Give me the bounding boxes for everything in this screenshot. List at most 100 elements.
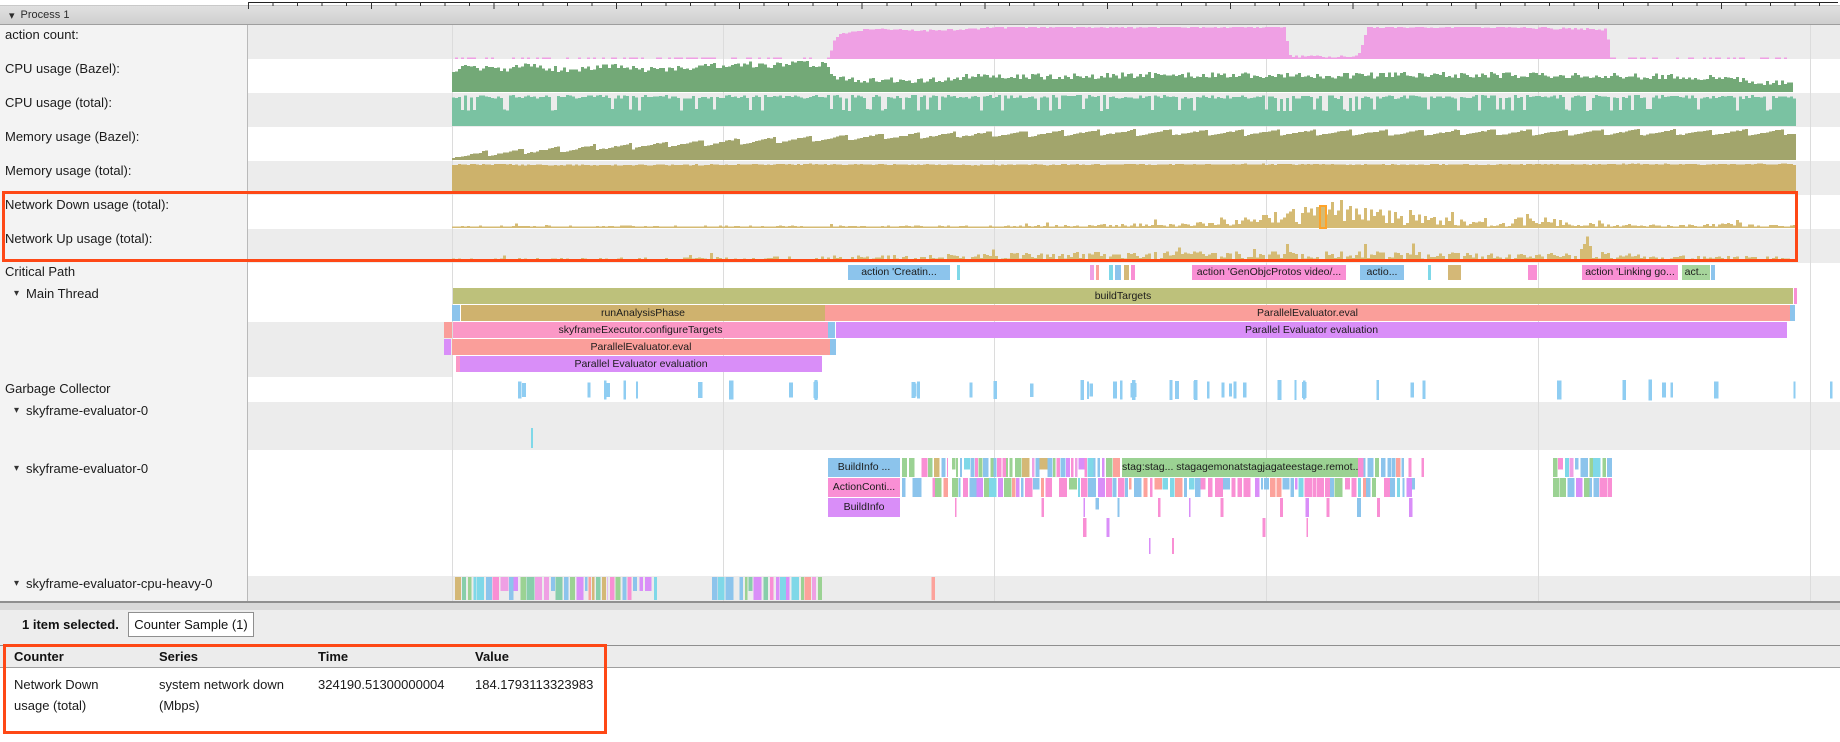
panel-divider-shade — [0, 603, 1840, 610]
span-cluster[interactable] — [455, 577, 608, 600]
track-label-critical-path: Critical Path — [5, 264, 75, 279]
trace-span[interactable] — [1711, 265, 1715, 280]
detail-table-header: Counter Series Time Value — [0, 645, 1840, 668]
trace-span[interactable] — [957, 265, 960, 280]
chart-cpu-usage-bazel[interactable] — [452, 61, 1793, 92]
span-cluster[interactable] — [952, 458, 1120, 477]
span-cluster[interactable] — [902, 478, 948, 497]
trace-span[interactable] — [828, 322, 835, 338]
triangle-down-icon: ▾ — [14, 288, 19, 299]
chart-network-up-usage[interactable] — [452, 237, 1796, 263]
track-label-text: skyframe-evaluator-0 — [26, 403, 148, 418]
cell-series: system network down (Mbps) — [159, 674, 301, 716]
track-label-memory-usage-total: Memory usage (total): — [5, 163, 131, 178]
cell-value: 184.1793113323983 — [475, 674, 695, 695]
track-label-skyframe-evaluator-0[interactable]: ▾ skyframe-evaluator-0 — [14, 461, 148, 476]
track-label-cpu-usage-bazel: CPU usage (Bazel): — [5, 61, 120, 76]
track-label-text: Garbage Collector — [5, 381, 111, 396]
trace-span[interactable] — [1131, 265, 1135, 280]
trace-viewer: ▾ Process 1 action count:CPU usage (Baze… — [0, 0, 1840, 742]
span-skyframeexecutor-configuretargets[interactable]: skyframeExecutor.configureTargets — [453, 322, 828, 338]
chart-memory-usage-total[interactable] — [452, 164, 1796, 194]
triangle-down-icon: ▾ — [14, 578, 19, 589]
span-actionconti[interactable]: ActionConti... — [828, 478, 900, 497]
selected-sample-marker[interactable] — [1320, 206, 1326, 228]
track-label-panel: action count: CPU usage (Bazel): CPU usage… — [0, 25, 248, 603]
chart-action-count[interactable] — [455, 27, 1787, 59]
trace-span[interactable] — [1096, 265, 1099, 280]
chart-cpu-usage-total[interactable] — [452, 95, 1796, 126]
track-label-text: Memory usage (total): — [5, 163, 131, 178]
span-cluster[interactable] — [932, 577, 935, 600]
timeline-ruler[interactable] — [248, 0, 1840, 9]
track-label-text: skyframe-evaluator-cpu-heavy-0 — [26, 576, 212, 591]
span-action-linking-go[interactable]: action 'Linking go... — [1582, 265, 1678, 280]
span-parallelevaluator-eval[interactable]: ParallelEvaluator.eval — [452, 339, 830, 355]
col-header-time: Time — [318, 649, 468, 664]
span-stag-stag-stagagemonatstagjagateestage-remot[interactable]: stag:stag... stagagemonatstagjagateestag… — [1122, 458, 1358, 477]
span-cluster[interactable] — [952, 478, 1415, 497]
track-label-garbage-collector: Garbage Collector — [5, 381, 111, 396]
trace-span[interactable] — [830, 339, 836, 355]
track-label-text: Critical Path — [5, 264, 75, 279]
span-parallel-evaluator-evaluation[interactable]: Parallel Evaluator evaluation — [836, 322, 1787, 338]
trace-span[interactable] — [1790, 305, 1795, 321]
track-label-network-up-usage-total: Network Up usage (total): — [5, 231, 152, 246]
span-buildtargets[interactable]: buildTargets — [453, 288, 1793, 304]
trace-span[interactable] — [1115, 265, 1121, 280]
track-label-text: action count: — [5, 27, 79, 42]
track-label-text: Memory usage (Bazel): — [5, 129, 139, 144]
col-header-counter: Counter — [14, 649, 136, 664]
cell-counter: Network Down usage (total) — [14, 674, 136, 716]
span-parallelevaluator-eval[interactable]: ParallelEvaluator.eval — [825, 305, 1790, 321]
span-cluster[interactable] — [712, 577, 822, 600]
span-cluster[interactable] — [955, 498, 1413, 517]
span-buildinfo[interactable]: BuildInfo ... — [828, 458, 900, 477]
chart-garbage-collector[interactable] — [518, 380, 1833, 401]
track-label-network-down-usage-total: Network Down usage (total): — [5, 197, 169, 212]
span-parallel-evaluator-evaluation[interactable]: Parallel Evaluator evaluation — [460, 356, 822, 372]
chart-network-down-usage[interactable] — [452, 200, 1796, 228]
trace-span[interactable] — [1124, 265, 1129, 280]
span-actio[interactable]: actio... — [1360, 265, 1404, 280]
trace-span[interactable] — [444, 339, 451, 355]
trace-span[interactable] — [1528, 265, 1537, 280]
track-label-skyframe-evaluator-cpu-heavy-0[interactable]: ▾ skyframe-evaluator-cpu-heavy-0 — [14, 576, 212, 591]
trace-span[interactable] — [452, 305, 460, 321]
span-cluster[interactable] — [1149, 538, 1174, 554]
cell-time: 324190.51300000004 — [318, 674, 468, 695]
span-action-creatin[interactable]: action 'Creatin... — [848, 265, 950, 280]
trace-span[interactable] — [1794, 288, 1797, 304]
detail-panel: 1 item selected. Counter Sample (1) Coun… — [0, 610, 1840, 742]
trace-span[interactable] — [1109, 265, 1113, 280]
selection-status: 1 item selected. — [22, 612, 119, 637]
chart-memory-usage-bazel[interactable] — [452, 129, 1796, 160]
track-label-action-count: action count: — [5, 27, 79, 42]
trace-span[interactable] — [531, 428, 533, 448]
track-label-memory-usage-bazel: Memory usage (Bazel): — [5, 129, 139, 144]
span-cluster[interactable] — [610, 577, 657, 600]
triangle-down-icon: ▾ — [14, 405, 19, 416]
span-cluster[interactable] — [902, 458, 948, 477]
track-label-text: CPU usage (total): — [5, 95, 112, 110]
triangle-down-icon: ▾ — [14, 463, 19, 474]
track-label-text: skyframe-evaluator-0 — [26, 461, 148, 476]
track-label-main-thread[interactable]: ▾ Main Thread — [14, 286, 99, 301]
span-runanalysisphase[interactable]: runAnalysisPhase — [461, 305, 825, 321]
span-buildinfo[interactable]: BuildInfo — [828, 498, 900, 517]
track-label-text: Main Thread — [26, 286, 99, 301]
track-label-text: CPU usage (Bazel): — [5, 61, 120, 76]
track-label-skyframe-evaluator-0[interactable]: ▾ skyframe-evaluator-0 — [14, 403, 148, 418]
trace-span[interactable] — [1448, 265, 1461, 280]
trace-span[interactable] — [444, 322, 452, 338]
tab-counter-sample[interactable]: Counter Sample (1) — [128, 612, 254, 637]
span-cluster[interactable] — [1553, 458, 1612, 477]
span-cluster[interactable] — [1553, 478, 1612, 497]
span-act[interactable]: act... — [1682, 265, 1710, 280]
span-cluster[interactable] — [1083, 518, 1308, 537]
trace-span[interactable] — [1428, 265, 1431, 280]
span-cluster[interactable] — [1358, 458, 1424, 477]
col-header-series: Series — [159, 649, 301, 664]
span-action-genobjcprotos-video[interactable]: action 'GenObjcProtos video/... — [1192, 265, 1346, 280]
trace-span[interactable] — [1090, 265, 1094, 280]
